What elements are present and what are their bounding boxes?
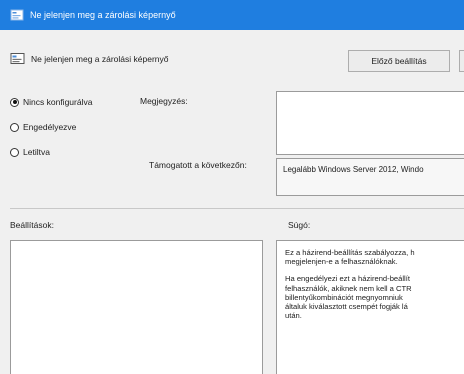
options-panel (10, 240, 263, 374)
radio-label-not-configured: Nincs konfigurálva (23, 97, 93, 107)
help-text-panel[interactable]: Ez a házirend-beállítás szabályozza, h m… (276, 240, 464, 374)
help-paragraph: Ha engedélyezi ezt a házirend-beállít fe… (285, 274, 464, 320)
window-title: Ne jelenjen meg a zárolási képernyő (30, 10, 176, 20)
help-line: megjelenjen-e a felhasználóknak. (285, 257, 398, 267)
help-line: Ha engedélyezi ezt a házirend-beállít (285, 274, 410, 284)
policy-window-icon (10, 9, 24, 21)
comment-textarea[interactable] (276, 91, 464, 155)
radio-not-configured[interactable]: Nincs konfigurálva (10, 96, 92, 108)
supported-on-label: Támogatott a következőn: (149, 160, 247, 170)
policy-name: Ne jelenjen meg a zárolási képernyő (31, 53, 169, 64)
group-policy-window: Ne jelenjen meg a zárolási képernyő Ne j… (0, 0, 464, 374)
radio-enabled[interactable]: Engedélyezve (10, 121, 92, 133)
title-bar: Ne jelenjen meg a zárolási képernyő (0, 0, 464, 30)
help-line: billentyűkombinációt megnyomniuk (285, 292, 403, 302)
comment-label: Megjegyzés: (140, 96, 188, 106)
radio-label-disabled: Letiltva (23, 147, 50, 157)
policy-header: Ne jelenjen meg a zárolási képernyő (10, 52, 169, 65)
section-divider (10, 208, 464, 209)
help-line: felhasználók, akiknek nem kell a CTR (285, 283, 412, 293)
radio-button-icon[interactable] (10, 122, 19, 132)
next-setting-button[interactable] (459, 50, 464, 72)
radio-disabled[interactable]: Letiltva (10, 146, 92, 158)
help-line: Ez a házirend-beállítás szabályozza, h (285, 248, 415, 257)
help-line: után. (285, 311, 302, 321)
policy-state-radio-group: Nincs konfigurálva Engedélyezve Letiltva (10, 96, 92, 171)
help-line: általuk kiválasztott csempét fogják lá (285, 302, 408, 312)
radio-label-enabled: Engedélyezve (23, 122, 77, 132)
radio-button-selected-icon[interactable] (10, 97, 19, 107)
policy-setting-icon (10, 52, 25, 65)
help-label: Súgó: (288, 220, 311, 230)
previous-setting-button[interactable]: Előző beállítás (348, 50, 450, 72)
supported-on-field: Legalább Windows Server 2012, Windo (276, 158, 464, 196)
options-label: Beállítások: (10, 220, 54, 230)
help-paragraph: Ez a házirend-beállítás szabályozza, h m… (285, 248, 464, 266)
radio-button-icon[interactable] (10, 147, 19, 157)
